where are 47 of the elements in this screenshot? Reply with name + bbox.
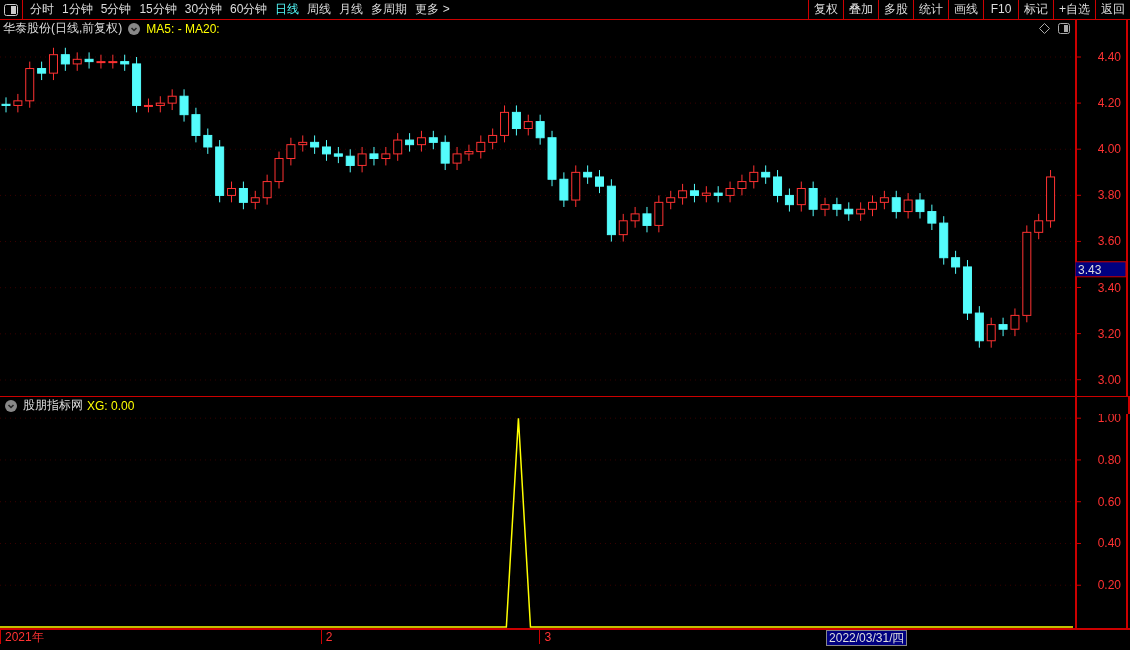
axis-label: 0.20: [1097, 578, 1121, 593]
period-tab[interactable]: 多周期: [367, 0, 412, 19]
axis-label: 0.60: [1097, 494, 1121, 509]
period-tab[interactable]: 60分钟: [226, 0, 272, 19]
axis-label: 3.40: [1097, 280, 1121, 295]
period-tab[interactable]: 15分钟: [135, 0, 181, 19]
period-tab[interactable]: 月线: [335, 0, 368, 19]
cursor-date: 2022/03/31/四: [826, 630, 908, 646]
period-tab[interactable]: 分时: [26, 0, 58, 19]
panel-layout-icon: [4, 3, 18, 16]
toolbar-button[interactable]: 复权: [808, 0, 843, 19]
axis-label: 3.60: [1097, 234, 1121, 249]
stock-title: 华泰股份(日线,前复权): [3, 20, 123, 37]
toolbar-button[interactable]: 返回: [1095, 0, 1130, 19]
toolbar-button[interactable]: 多股: [878, 0, 913, 19]
date-label: 2: [320, 630, 333, 644]
axis-label: 0.40: [1097, 536, 1121, 551]
last-price-tag: 3.43: [1075, 261, 1127, 278]
toolbar-button[interactable]: 叠加: [843, 0, 878, 19]
toolbar-button[interactable]: 标记: [1018, 0, 1053, 19]
period-tab[interactable]: 周线: [303, 0, 336, 19]
diamond-icon[interactable]: [1039, 23, 1050, 34]
axis-label: 3.20: [1097, 326, 1121, 341]
toolbar-button[interactable]: +自选: [1053, 0, 1095, 19]
axis-label: 4.20: [1097, 96, 1121, 111]
period-tab[interactable]: 1分钟: [58, 0, 97, 19]
period-tab[interactable]: 日线: [271, 0, 304, 19]
axis-label: 0.80: [1097, 452, 1121, 467]
toolbar-button[interactable]: 画线: [948, 0, 983, 19]
axis-label: 1.00: [1097, 414, 1121, 426]
ma-readout: MA5: - MA20:: [146, 21, 220, 36]
period-tab[interactable]: 更多 >: [411, 0, 454, 19]
indicator-name: 股朋指标网: [23, 397, 83, 414]
axis-label: 4.00: [1097, 142, 1121, 157]
dropdown-icon[interactable]: [5, 399, 17, 412]
period-tab[interactable]: 30分钟: [180, 0, 227, 19]
axis-label: 4.40: [1097, 50, 1121, 64]
indicator-readout: XG: 0.00: [87, 398, 135, 413]
date-label: 2021年: [0, 630, 44, 644]
toolbar-button[interactable]: 统计: [913, 0, 948, 19]
axis-label: 3.80: [1097, 188, 1121, 203]
date-label: 3: [539, 630, 552, 644]
period-tab[interactable]: 5分钟: [96, 0, 136, 19]
toolbar-button[interactable]: F10: [983, 0, 1018, 19]
axis-label: 3.00: [1097, 372, 1121, 387]
panel-layout-icon[interactable]: [1058, 23, 1070, 34]
dropdown-icon[interactable]: [128, 22, 141, 35]
